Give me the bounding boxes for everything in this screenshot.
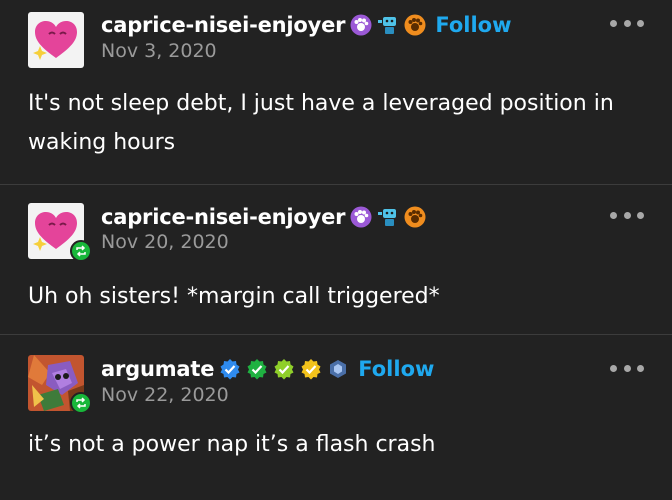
orange-paw-badge-icon[interactable] <box>404 206 426 228</box>
post-date[interactable]: Nov 22, 2020 <box>101 384 229 406</box>
post-header: argumate Follow <box>101 355 434 383</box>
orange-paw-badge-icon[interactable] <box>404 14 426 36</box>
reblog-icon <box>70 240 92 262</box>
blue-verified-badge-icon[interactable] <box>219 358 241 380</box>
username[interactable]: caprice-nisei-enjoyer <box>101 205 346 229</box>
reblog-icon <box>70 392 92 414</box>
post-date[interactable]: Nov 20, 2020 <box>101 231 229 253</box>
post-header: caprice-nisei-enjoyer Follow <box>101 11 511 39</box>
avatar[interactable] <box>28 12 84 68</box>
blue-hexagon-badge-icon[interactable] <box>327 358 349 380</box>
more-options-icon[interactable] <box>610 362 644 374</box>
blue-robot-badge-icon[interactable] <box>377 206 399 228</box>
green-verified-badge-icon[interactable] <box>246 358 268 380</box>
username[interactable]: caprice-nisei-enjoyer <box>101 13 346 37</box>
purple-paw-badge-icon[interactable] <box>350 206 372 228</box>
heart-avatar-icon <box>28 12 84 68</box>
purple-paw-badge-icon[interactable] <box>350 14 372 36</box>
post-header: caprice-nisei-enjoyer <box>101 203 426 231</box>
post-date[interactable]: Nov 3, 2020 <box>101 40 217 62</box>
post-body: Uh oh sisters! *margin call triggered* <box>28 284 440 309</box>
follow-button[interactable]: Follow <box>358 357 434 381</box>
yellow-verified-badge-icon[interactable] <box>300 358 322 380</box>
lime-verified-badge-icon[interactable] <box>273 358 295 380</box>
divider <box>0 184 672 185</box>
username[interactable]: argumate <box>101 357 214 381</box>
more-options-icon[interactable] <box>610 17 644 29</box>
post-body: it’s not a power nap it’s a flash crash <box>28 432 436 457</box>
more-options-icon[interactable] <box>610 209 644 221</box>
follow-button[interactable]: Follow <box>435 13 511 37</box>
post-body: It's not sleep debt, I just have a lever… <box>28 91 614 155</box>
blue-robot-badge-icon[interactable] <box>377 14 399 36</box>
divider <box>0 334 672 335</box>
